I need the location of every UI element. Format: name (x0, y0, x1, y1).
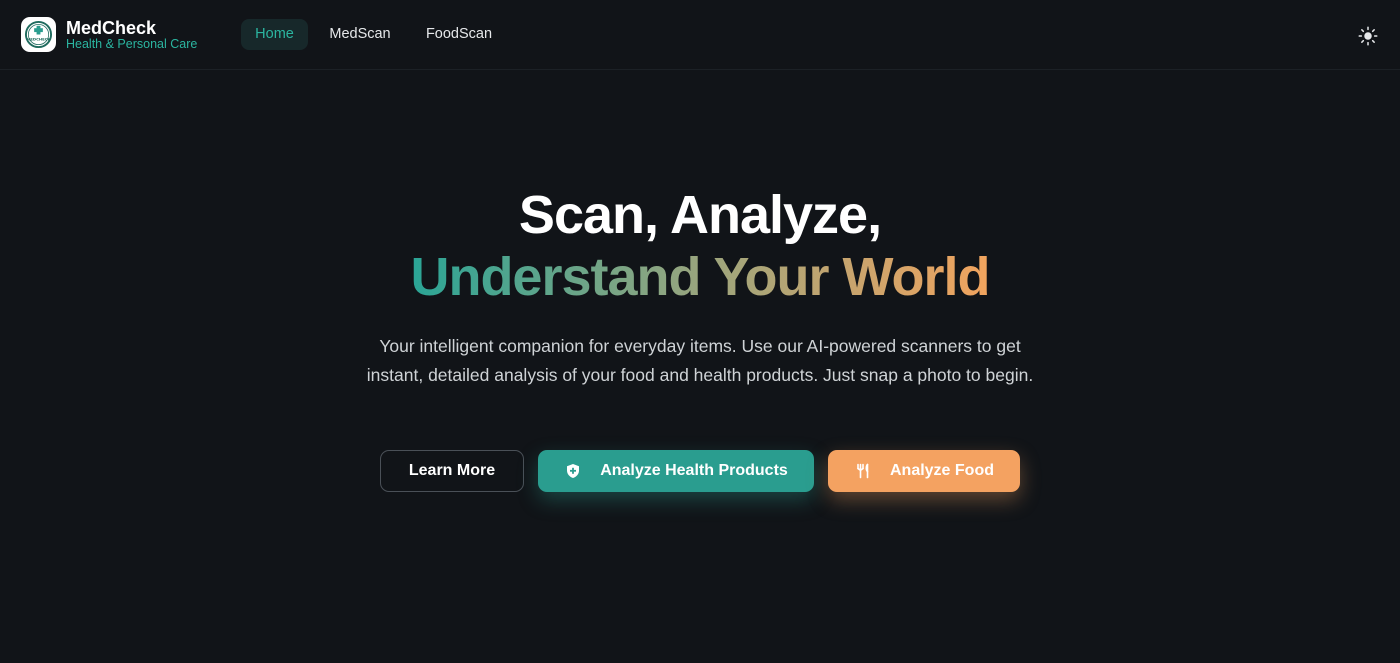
brand-name: MedCheck (66, 18, 157, 38)
logo-emblem-icon: MEDCHECK (24, 20, 53, 49)
medcheck-logo[interactable]: MEDCHECK (21, 17, 56, 52)
hero-title: Scan, Analyze, Understand Your World (0, 184, 1400, 308)
hero-title-line2: Understand Your World (410, 247, 990, 307)
theme-toggle-button[interactable] (1356, 24, 1380, 48)
hero-title-line1: Scan, Analyze, (518, 185, 882, 245)
analyze-food-button[interactable]: Analyze Food (828, 450, 1020, 492)
shield-plus-icon (564, 462, 582, 480)
analyze-health-products-button[interactable]: Analyze Health Products (538, 450, 814, 492)
learn-more-label: Learn More (408, 462, 496, 479)
top-navbar: MEDCHECK MedCheck Health & Personal Care… (0, 0, 1400, 70)
nav-medscan[interactable]: MedScan (317, 19, 403, 50)
svg-text:MEDCHECK: MEDCHECK (26, 36, 51, 41)
hero-description: Your intelligent companion for everyday … (366, 336, 1034, 385)
analyze-health-products-label: Analyze Health Products (600, 462, 788, 479)
learn-more-button[interactable]: Learn More (380, 450, 524, 492)
brand-tagline: Health & Personal Care (66, 37, 198, 51)
analyze-food-label: Analyze Food (889, 462, 994, 479)
sun-icon (1358, 26, 1378, 46)
nav-foodscan[interactable]: FoodScan (414, 19, 504, 50)
nav-home[interactable]: Home (241, 19, 308, 50)
fork-knife-icon (854, 462, 872, 480)
